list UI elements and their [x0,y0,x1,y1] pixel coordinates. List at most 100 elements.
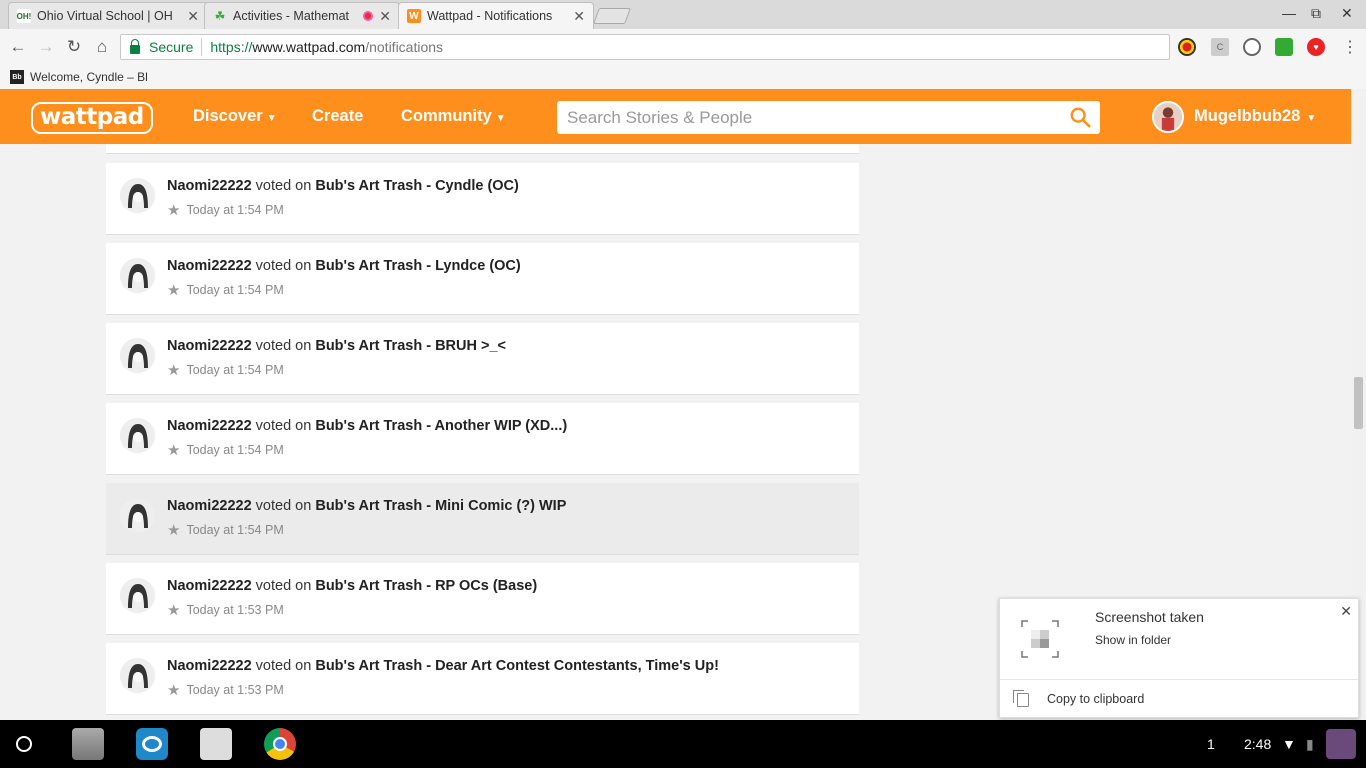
tab-activities-mathematics[interactable]: ☘ Activities - Mathemat ✕ [204,2,400,29]
notification-meta: ★ Today at 1:54 PM [167,201,284,219]
url-path: /notifications [365,39,444,55]
back-arrow-icon[interactable]: ← [8,37,28,57]
notification-card[interactable]: Naomi22222 voted on Bub's Art Trash - BR… [106,323,859,395]
anime-avatar-icon [120,178,155,213]
user-avatar[interactable] [120,578,155,613]
wattpad-favicon-icon: W [407,9,421,23]
scrollbar-thumb[interactable] [1354,377,1363,429]
wifi-icon[interactable]: ▼ [1282,736,1296,752]
user-avatar[interactable] [120,338,155,373]
tab-wattpad-notifications[interactable]: W Wattpad - Notifications ✕ [398,2,594,29]
divider [1000,679,1358,680]
notification-story-link[interactable]: Bub's Art Trash - BRUH >_< [315,338,506,354]
extension-heart-icon[interactable]: ♥ [1307,38,1325,56]
home-icon[interactable]: ⌂ [92,37,112,57]
username: Mugelbbub28 [1194,107,1301,125]
search-icon[interactable] [1069,106,1091,128]
user-avatar[interactable] [1152,101,1184,133]
close-window-icon[interactable]: ✕ [1341,5,1353,22]
notification-user-link[interactable]: Naomi22222 [167,498,252,514]
copy-icon [1013,690,1029,707]
copy-to-clipboard-button[interactable]: Copy to clipboard [1047,692,1144,706]
user-avatar[interactable] [120,178,155,213]
reload-icon[interactable]: ↻ [64,37,84,57]
avatar-figure-icon [1154,103,1182,131]
extension-c-icon[interactable]: C [1211,38,1229,56]
search-input[interactable]: Search Stories & People [557,101,1100,134]
notification-user-link[interactable]: Naomi22222 [167,258,252,274]
star-icon: ★ [167,602,181,619]
menu-icon[interactable]: ⋮ [1340,37,1360,57]
onedrive-app-icon[interactable] [136,728,168,760]
notification-card[interactable]: Naomi22222 voted on Bub's Art Trash - RP… [106,563,859,635]
tab-close-icon[interactable]: ✕ [187,8,199,25]
user-avatar-shelf[interactable] [1326,729,1356,759]
extension-frog-icon[interactable] [1275,38,1293,56]
notification-count[interactable]: 1 [1207,736,1215,752]
anime-avatar-icon [120,418,155,453]
notification-meta: ★ Today at 1:53 PM [167,681,284,699]
user-avatar[interactable] [120,418,155,453]
files-app-icon[interactable] [72,728,104,760]
chrome-app-icon[interactable] [264,728,296,760]
notification-card[interactable]: Naomi22222 voted on Bub's Art Trash - Ly… [106,243,859,315]
notification-card[interactable]: Naomi22222 voted on Bub's Art Trash - Mi… [106,483,859,555]
nav-community[interactable]: Community ▼ [401,107,506,126]
tab-title: Wattpad - Notifications [427,9,553,23]
notification-card[interactable]: Naomi22222 voted on Bub's Art Trash - An… [106,403,859,475]
nav-create[interactable]: Create [312,107,363,126]
notification-story-link[interactable]: Bub's Art Trash - Cyndle (OC) [315,178,519,194]
chrome-center [273,737,287,751]
nav-community-label: Community [401,107,492,125]
forward-arrow-icon[interactable]: → [36,37,56,57]
show-in-folder-link[interactable]: Show in folder [1095,633,1171,647]
notification-user-link[interactable]: Naomi22222 [167,338,252,354]
caret-down-icon: ▼ [495,113,506,124]
divider [201,38,203,56]
lock-icon [130,38,140,54]
notification-text: Naomi22222 voted on Bub's Art Trash - Ly… [167,258,521,274]
notification-card[interactable]: Naomi22222 voted on Bub's Art Trash - De… [106,643,859,715]
notification-text: Naomi22222 voted on Bub's Art Trash - Cy… [167,178,519,194]
notification-time: Today at 1:54 PM [186,203,284,217]
minimize-icon[interactable]: — [1282,5,1296,21]
notification-story-link[interactable]: Bub's Art Trash - RP OCs (Base) [315,578,537,594]
battery-icon[interactable]: ▮ [1306,736,1314,753]
star-icon: ★ [167,522,181,539]
close-icon[interactable]: ✕ [1340,603,1352,620]
notification-story-link[interactable]: Bub's Art Trash - Dear Art Contest Conte… [315,658,719,674]
star-icon: ★ [167,682,181,699]
clock[interactable]: 2:48 [1244,736,1271,752]
notification-user-link[interactable]: Naomi22222 [167,578,252,594]
notification-user-link[interactable]: Naomi22222 [167,418,252,434]
notification-story-link[interactable]: Bub's Art Trash - Mini Comic (?) WIP [315,498,566,514]
user-menu[interactable]: Mugelbbub28 ▼ [1194,107,1316,126]
tab-close-icon[interactable]: ✕ [379,8,391,25]
secure-label: Secure [149,39,194,55]
tab-close-icon[interactable]: ✕ [573,8,585,25]
user-avatar[interactable] [120,658,155,693]
extension-hex-icon[interactable] [1243,38,1261,56]
new-tab-button[interactable] [593,8,631,24]
extension-color-icon[interactable] [1178,38,1196,56]
wattpad-logo[interactable]: wattpad [31,102,153,134]
notification-user-link[interactable]: Naomi22222 [167,178,252,194]
notification-story-link[interactable]: Bub's Art Trash - Another WIP (XD...) [315,418,567,434]
notification-card[interactable]: Naomi22222 voted on Bub's Art Trash - Cy… [106,163,859,235]
star-icon: ★ [167,362,181,379]
user-avatar[interactable] [120,258,155,293]
notification-card-partial [106,144,859,154]
tree-app-icon[interactable] [200,728,232,760]
tab-ohio-virtual-school[interactable]: OH! Ohio Virtual School | OH ✕ [8,2,208,29]
address-bar[interactable]: Secure https:// www.wattpad.com /notific… [120,34,1170,60]
screenshot-notification: Screenshot taken Show in folder ✕ Copy t… [999,598,1359,718]
nav-discover[interactable]: Discover ▼ [193,107,277,126]
notification-story-link[interactable]: Bub's Art Trash - Lyndce (OC) [315,258,520,274]
maximize-icon[interactable]: ⧉ [1311,5,1321,22]
bookmark-welcome[interactable]: Welcome, Cyndle – Bl [30,70,148,84]
notification-action: voted on [255,418,312,434]
user-avatar[interactable] [120,498,155,533]
notification-user-link[interactable]: Naomi22222 [167,658,252,674]
launcher-icon[interactable] [16,736,32,752]
tab-title: Ohio Virtual School | OH [37,9,173,23]
